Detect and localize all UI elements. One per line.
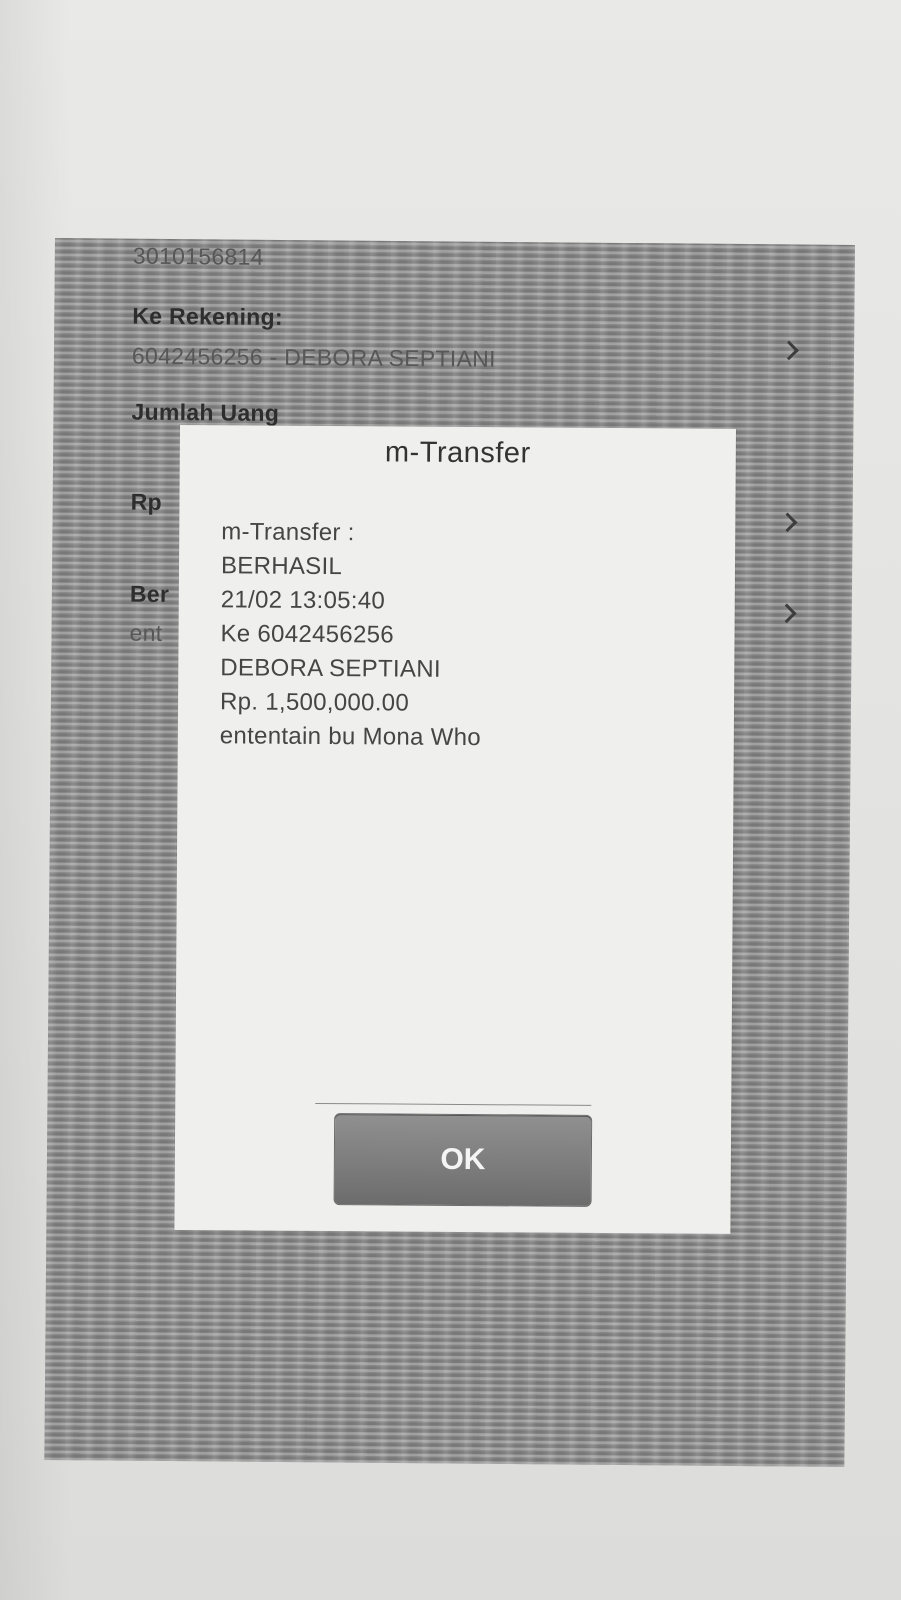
button-divider	[315, 1102, 592, 1106]
dialog-title: m-Transfer	[384, 436, 531, 470]
dialog-message: m-Transfer : BERHASIL 21/02 13:05:40 Ke …	[220, 515, 716, 756]
message-line-note: ententain bu Mona Who	[219, 722, 482, 752]
message-line-service: m-Transfer :	[221, 518, 355, 547]
amount-label: Jumlah Uang	[131, 398, 280, 426]
to-account-value[interactable]: 6042456256 - DEBORA SEPTIANI	[132, 343, 496, 373]
note-label: Ber	[129, 580, 170, 608]
chevron-right-icon[interactable]	[776, 603, 797, 624]
note-value[interactable]: ent	[129, 620, 162, 647]
ok-button[interactable]: OK	[334, 1114, 592, 1206]
message-line-recipient: DEBORA SEPTIANI	[220, 654, 441, 683]
message-line-amount: Rp. 1,500,000.00	[219, 688, 410, 717]
to-account-label: Ke Rekening:	[132, 302, 284, 330]
message-line-status: BERHASIL	[220, 552, 343, 581]
chevron-right-icon[interactable]	[777, 512, 798, 533]
transfer-result-dialog: m-Transfer m-Transfer : BERHASIL 21/02 1…	[174, 425, 736, 1234]
chevron-right-icon[interactable]	[779, 340, 799, 361]
amount-prefix[interactable]: Rp	[131, 489, 162, 516]
message-line-datetime: 21/02 13:05:40	[220, 586, 386, 615]
from-account-number: 3010156814	[132, 242, 264, 270]
message-line-account: Ke 6042456256	[220, 620, 395, 649]
